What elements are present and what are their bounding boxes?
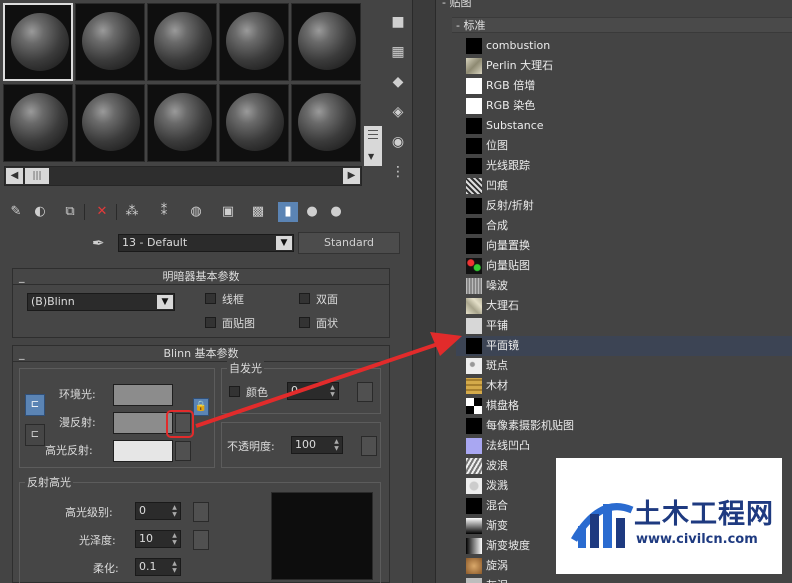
watermark-logo-icon bbox=[570, 503, 634, 548]
watermark-url: www.civilcn.com bbox=[636, 532, 758, 547]
watermark-title: 土木工程网 bbox=[634, 499, 774, 530]
watermark-logo: 土木工程网 www.civilcn.com bbox=[556, 458, 782, 574]
